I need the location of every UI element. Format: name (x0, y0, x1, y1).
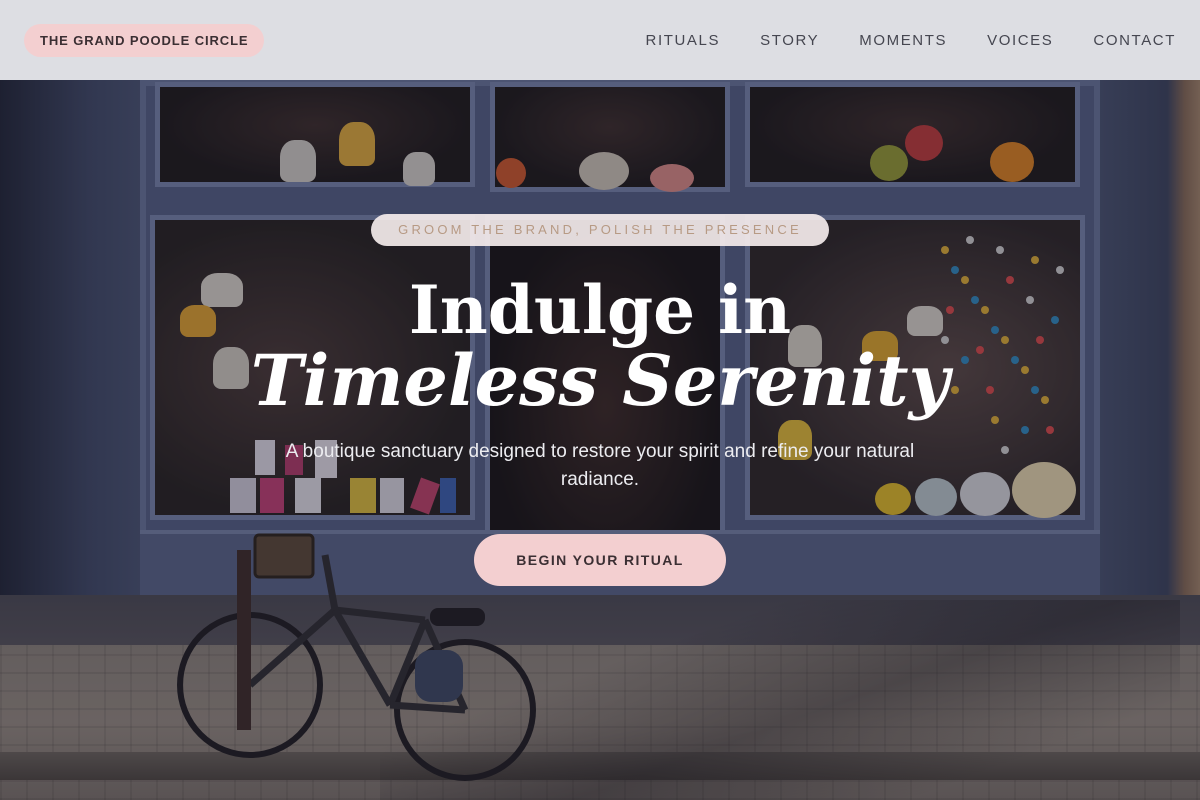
hero-headline-line2: Timeless Serenity (250, 339, 950, 422)
hero-subtext: A boutique sanctuary designed to restore… (285, 441, 915, 490)
hero-headline-line1: Indulge in (408, 271, 792, 349)
begin-ritual-button[interactable]: BEGIN YOUR RITUAL (474, 534, 726, 586)
hero-section: GROOM THE BRAND, POLISH THE PRESENCE Ind… (0, 0, 1200, 800)
hero-eyebrow-tagline: GROOM THE BRAND, POLISH THE PRESENCE (371, 214, 829, 246)
